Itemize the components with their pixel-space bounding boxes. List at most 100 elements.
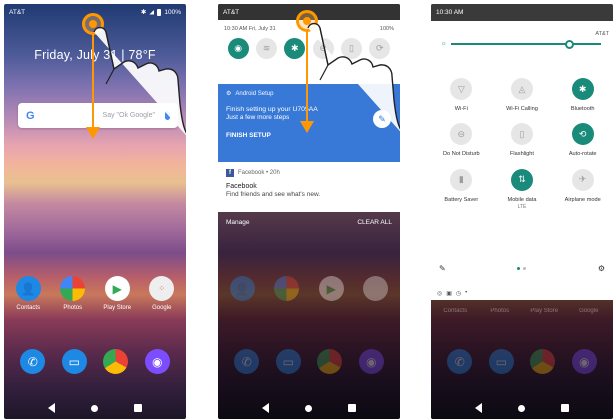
- tile-wifi-calling[interactable]: ◬ Wi-Fi Calling: [492, 78, 553, 113]
- facebook-notification[interactable]: f Facebook • 20h Facebook Find friends an…: [218, 162, 400, 212]
- tile-label: Mobile data: [507, 196, 537, 203]
- home-screen-phone: AT&T ✱ 100% Friday, July 31 | 78°F G Say…: [4, 4, 186, 419]
- messages-icon[interactable]: ▭: [61, 349, 87, 374]
- mobile-data-icon: ⇅: [510, 168, 533, 191]
- brightness-knob[interactable]: [564, 40, 574, 49]
- tile-wifi[interactable]: ▽ Wi-Fi: [431, 78, 492, 113]
- nav-bar: [431, 397, 613, 419]
- shade-time: 10:30 AM Fri, July 31: [224, 26, 276, 32]
- edit-icon[interactable]: ✎: [439, 264, 446, 273]
- recents-icon[interactable]: [561, 404, 569, 412]
- photos-icon: [60, 276, 86, 301]
- quick-settings-panel: 10:30 AM AT&T ☼ ▽ Wi-Fi ◬ Wi-Fi Calling ✱ B…: [431, 4, 613, 286]
- tile-airplane-mode[interactable]: ✈ Airplane mode: [552, 168, 613, 210]
- tile-bluetooth[interactable]: ✱ Bluetooth: [552, 78, 613, 113]
- back-icon[interactable]: [475, 403, 482, 413]
- bluetooth-status-icon: ✱: [140, 9, 147, 16]
- tile-label: Wi-Fi Calling: [506, 106, 538, 112]
- tile-sublabel: LTE: [517, 203, 527, 210]
- app-photos[interactable]: Photos: [52, 276, 94, 311]
- dock: ✆ ▭ ◉: [218, 349, 400, 374]
- notification-footer: Manage CLEAR ALL: [218, 212, 400, 232]
- wifi-calling-toggle-icon[interactable]: ≋: [255, 38, 277, 59]
- do-not-disturb-icon: ⊖: [450, 123, 473, 146]
- app-row: 👤 Contacts Photos ▶ Play Store ⁘ Google: [4, 276, 186, 311]
- phone-icon: ✆: [234, 349, 260, 374]
- phone-icon[interactable]: ✆: [20, 349, 46, 374]
- notification-text: Find friends and see what's new.: [226, 191, 321, 198]
- app-contacts[interactable]: 👤 Contacts: [7, 276, 49, 311]
- flashlight-icon: ▯: [510, 123, 533, 146]
- messages-icon: ▭: [275, 349, 301, 374]
- app-row: Contacts Photos Play Store Google: [431, 304, 613, 314]
- tile-label: Airplane mode: [564, 196, 601, 203]
- app-label: Google: [579, 308, 599, 314]
- home-icon[interactable]: [91, 404, 98, 412]
- auto-rotate-icon: ⟲: [571, 123, 594, 146]
- facebook-icon: f: [226, 169, 234, 177]
- notification-small-icon: ◎: [437, 290, 443, 297]
- play-store-icon: ▶: [318, 276, 344, 301]
- app-google-folder[interactable]: ⁘ Google: [141, 276, 183, 311]
- tile-mobile-data[interactable]: ⇅ Mobile data LTE: [492, 168, 553, 210]
- phone-icon: ✆: [447, 349, 473, 374]
- brightness-track[interactable]: [450, 43, 601, 45]
- quick-settings-phone: 10:30 AM AT&T ☼ ▽ Wi-Fi ◬ Wi-Fi Calling ✱ B…: [431, 4, 613, 419]
- tile-do-not-disturb[interactable]: ⊖ Do Not Disturb: [431, 123, 492, 158]
- app-play-store: ▶: [310, 276, 352, 301]
- wifi-toggle-icon[interactable]: ◉: [227, 38, 249, 59]
- home-icon[interactable]: [518, 404, 525, 412]
- status-bar: 10:30 AM: [431, 4, 613, 21]
- bluetooth-icon: ✱: [571, 78, 594, 100]
- manage-button[interactable]: Manage: [226, 219, 250, 226]
- app-contacts: Contacts: [434, 304, 476, 314]
- tile-label: Flashlight: [510, 151, 534, 158]
- wifi-icon: ▽: [450, 78, 473, 100]
- contacts-icon: 👤: [15, 276, 41, 301]
- chrome-icon: [530, 349, 556, 374]
- page-dot-active: [517, 267, 521, 270]
- chrome-icon[interactable]: [103, 349, 129, 374]
- dock: ✆ ▭ ◉: [431, 349, 613, 374]
- tutorial-figure: AT&T ✱ 100% Friday, July 31 | 78°F G Say…: [0, 0, 614, 419]
- camera-icon[interactable]: ◉: [144, 349, 170, 374]
- messages-icon: ▭: [488, 349, 514, 374]
- back-icon[interactable]: [48, 403, 55, 413]
- signal-icon: [149, 9, 155, 15]
- app-label: Photos: [63, 305, 83, 311]
- tile-auto-rotate[interactable]: ⟲ Auto-rotate: [552, 123, 613, 158]
- carrier-label: AT&T: [223, 8, 240, 16]
- page-dot: [523, 267, 527, 270]
- recents-icon[interactable]: [134, 404, 142, 412]
- notification-app-name: Android Setup: [235, 90, 274, 97]
- hand-icon: [93, 26, 186, 136]
- app-contacts: 👤: [221, 276, 263, 301]
- tile-battery-saver[interactable]: ▮ Battery Saver: [431, 168, 492, 210]
- clear-all-button[interactable]: CLEAR ALL: [357, 219, 392, 226]
- notification-shade-phone: AT&T 10:30 AM Fri, July 31 100% ◉ ≋ ✱ ⊖ …: [218, 4, 400, 419]
- app-play-store[interactable]: ▶ Play Store: [96, 276, 138, 311]
- photos-icon: [274, 276, 300, 301]
- app-label: Play Store: [103, 305, 132, 311]
- tile-flashlight[interactable]: ▯ Flashlight: [492, 123, 553, 158]
- back-icon[interactable]: [262, 403, 269, 413]
- app-label: Contacts: [16, 305, 41, 311]
- app-row: 👤 ▶: [218, 276, 400, 301]
- dock: ✆ ▭ ◉: [4, 349, 186, 374]
- camera-icon: ◉: [358, 349, 384, 374]
- tile-label: Battery Saver: [444, 196, 479, 203]
- settings-icon: ⚙: [226, 91, 232, 97]
- home-icon[interactable]: [305, 404, 312, 412]
- notification-small-icon: ▣: [446, 290, 452, 297]
- recents-icon[interactable]: [348, 404, 356, 412]
- clock: 10:30 AM: [436, 9, 464, 16]
- google-folder-icon: [363, 276, 389, 301]
- battery-saver-icon: ▮: [450, 168, 473, 191]
- tile-label: Wi-Fi: [454, 106, 468, 112]
- airplane-icon: ✈: [571, 168, 594, 191]
- notification-title: Facebook: [226, 183, 257, 190]
- settings-gear-icon[interactable]: ⚙: [598, 264, 605, 273]
- brightness-slider[interactable]: ☼: [441, 39, 601, 49]
- app-label: Play Store: [530, 308, 559, 314]
- notification-app-name: Facebook • 20h: [238, 170, 280, 176]
